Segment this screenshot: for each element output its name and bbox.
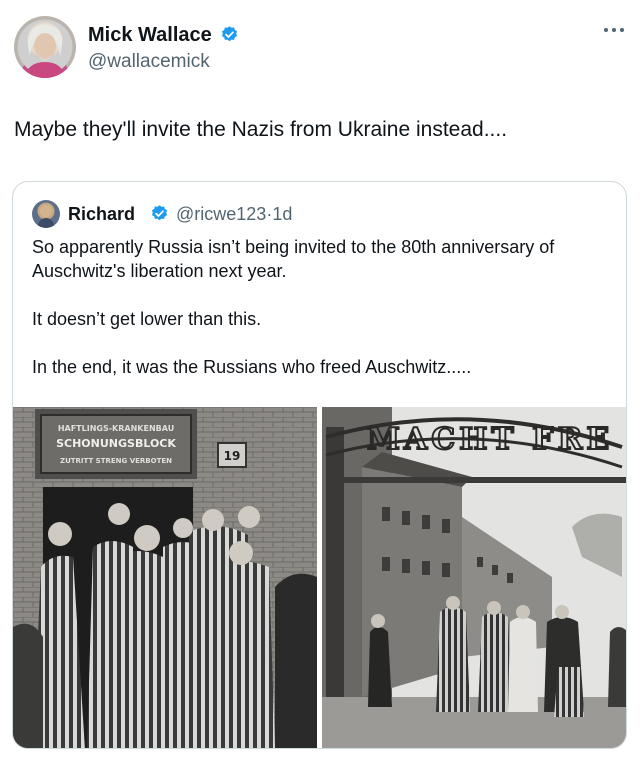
quoted-author-handle[interactable]: @ricwe123 — [176, 204, 266, 224]
quoted-paragraph: So apparently Russia isn’t being invited… — [32, 237, 555, 281]
gate-text: MACHT FRE — [367, 422, 614, 457]
author-handle[interactable]: @wallacemick — [88, 50, 239, 74]
tweet: Mick Wallace @wallacemick Maybe they'll … — [0, 0, 640, 768]
quoted-tweet[interactable]: Richard @ricwe123·1d So apparently Russi… — [12, 181, 627, 749]
more-horizontal-icon[interactable] — [602, 24, 626, 36]
quoted-verified-badge-icon — [151, 205, 168, 221]
quoted-paragraph: In the end, it was the Russians who free… — [32, 357, 472, 377]
tweet-text: Maybe they'll invite the Nazis from Ukra… — [14, 118, 508, 141]
sign-line1: HAFTLINGS-KRANKENBAU — [58, 424, 174, 433]
quoted-author-avatar[interactable] — [32, 200, 60, 228]
block-number: 19 — [224, 449, 241, 463]
media-grid: HAFTLINGS-KRANKENBAU SCHONUNGSBLOCK ZUTR… — [13, 407, 626, 748]
tweet-header: Mick Wallace @wallacemick — [14, 16, 626, 82]
quoted-paragraph: It doesn’t get lower than this. — [32, 309, 262, 329]
quoted-author-meta[interactable]: @ricwe123·1d — [176, 202, 292, 226]
quoted-timestamp[interactable]: 1d — [272, 204, 292, 224]
verified-badge-icon — [222, 25, 238, 41]
sign-line2: SCHONUNGSBLOCK — [56, 437, 176, 450]
author-display-name[interactable]: Mick Wallace — [88, 23, 212, 47]
sign-line3: ZUTRITT STRENG VERBOTEN — [60, 457, 172, 465]
photo-prisoners[interactable]: HAFTLINGS-KRANKENBAU SCHONUNGSBLOCK ZUTR… — [13, 407, 317, 748]
quoted-author-display-name[interactable]: Richard — [68, 202, 135, 226]
author-avatar[interactable] — [14, 16, 76, 78]
photo-auschwitz-gate[interactable]: MACHT FRE — [322, 407, 626, 748]
quoted-tweet-text: So apparently Russia isn’t being invited… — [32, 235, 612, 403]
